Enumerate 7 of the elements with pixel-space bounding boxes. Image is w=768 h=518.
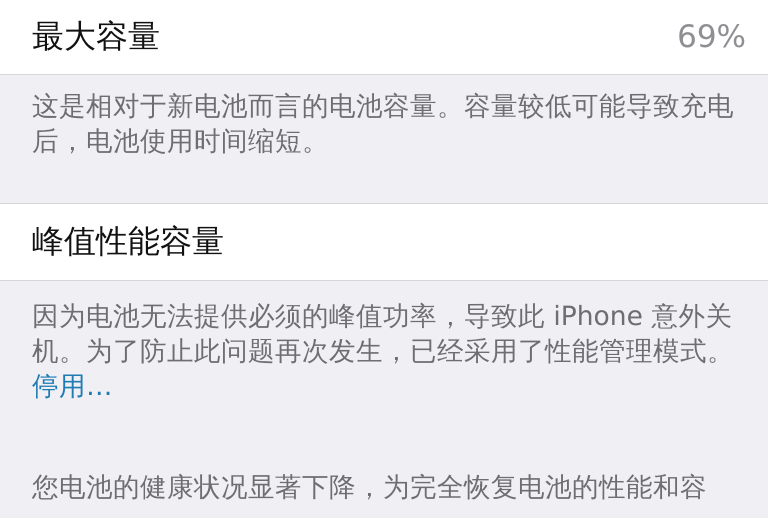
row-label: 峰值性能容量 [32,221,224,262]
disable-link[interactable]: 停用… [32,369,112,404]
row-label: 最大容量 [32,16,160,57]
capacity-description: 这是相对于新电池而言的电池容量。容量较低可能导致充电后，电池使用时间缩短。 [32,90,735,159]
capacity-value: 69% [677,19,746,55]
health-description: 您电池的健康状况显著下降，为完全恢复电池的性能和容 [32,471,707,505]
peak-description: 因为电池无法提供必须的峰值功率，导致此 iPhone 意外关机。为了防止此问题再次发生，已经采用了性能管理模式。 [32,300,735,369]
